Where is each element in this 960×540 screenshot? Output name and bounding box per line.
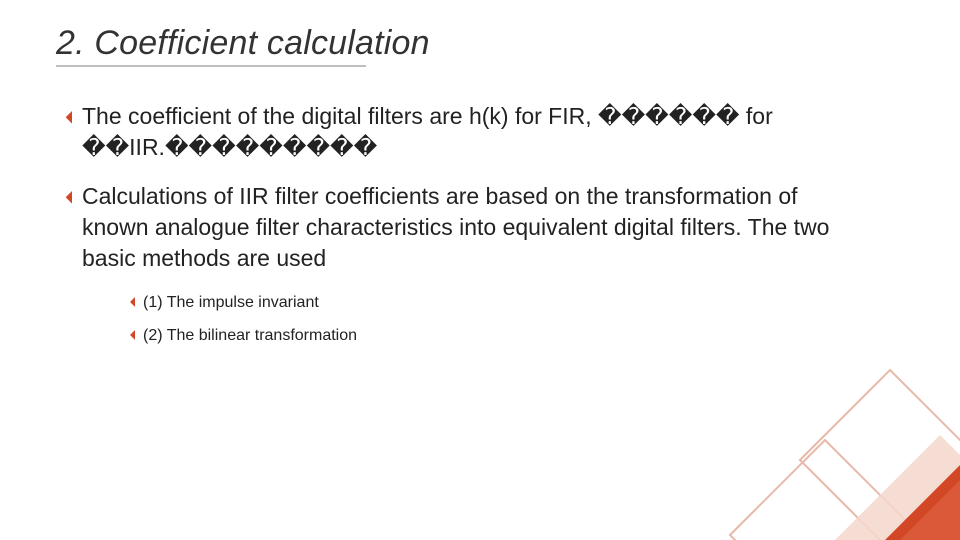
sub-bullet-group: (1) The impulse invariant (2) The biline… <box>124 292 900 347</box>
bullet-text: The coefficient of the digital filters a… <box>82 101 842 163</box>
sub-bullet-item: (1) The impulse invariant <box>124 292 900 314</box>
diamond-icon <box>58 111 72 125</box>
sub-bullet-text: (1) The impulse invariant <box>143 292 319 314</box>
bullet-item: Calculations of IIR filter coefficients … <box>58 181 900 274</box>
bullet-text: Calculations of IIR filter coefficients … <box>82 181 842 274</box>
diamond-icon <box>58 191 72 205</box>
sub-bullet-item: (2) The bilinear transformation <box>124 325 900 347</box>
sub-bullet-text: (2) The bilinear transformation <box>143 325 357 347</box>
title-underline <box>56 65 366 67</box>
diamond-icon <box>124 297 135 308</box>
slide: 2. Coefficient calculation The coefficie… <box>0 0 960 540</box>
diamond-icon <box>124 330 135 341</box>
bullet-item: The coefficient of the digital filters a… <box>58 101 900 163</box>
slide-title: 2. Coefficient calculation <box>56 24 900 63</box>
content-area: The coefficient of the digital filters a… <box>56 101 900 347</box>
